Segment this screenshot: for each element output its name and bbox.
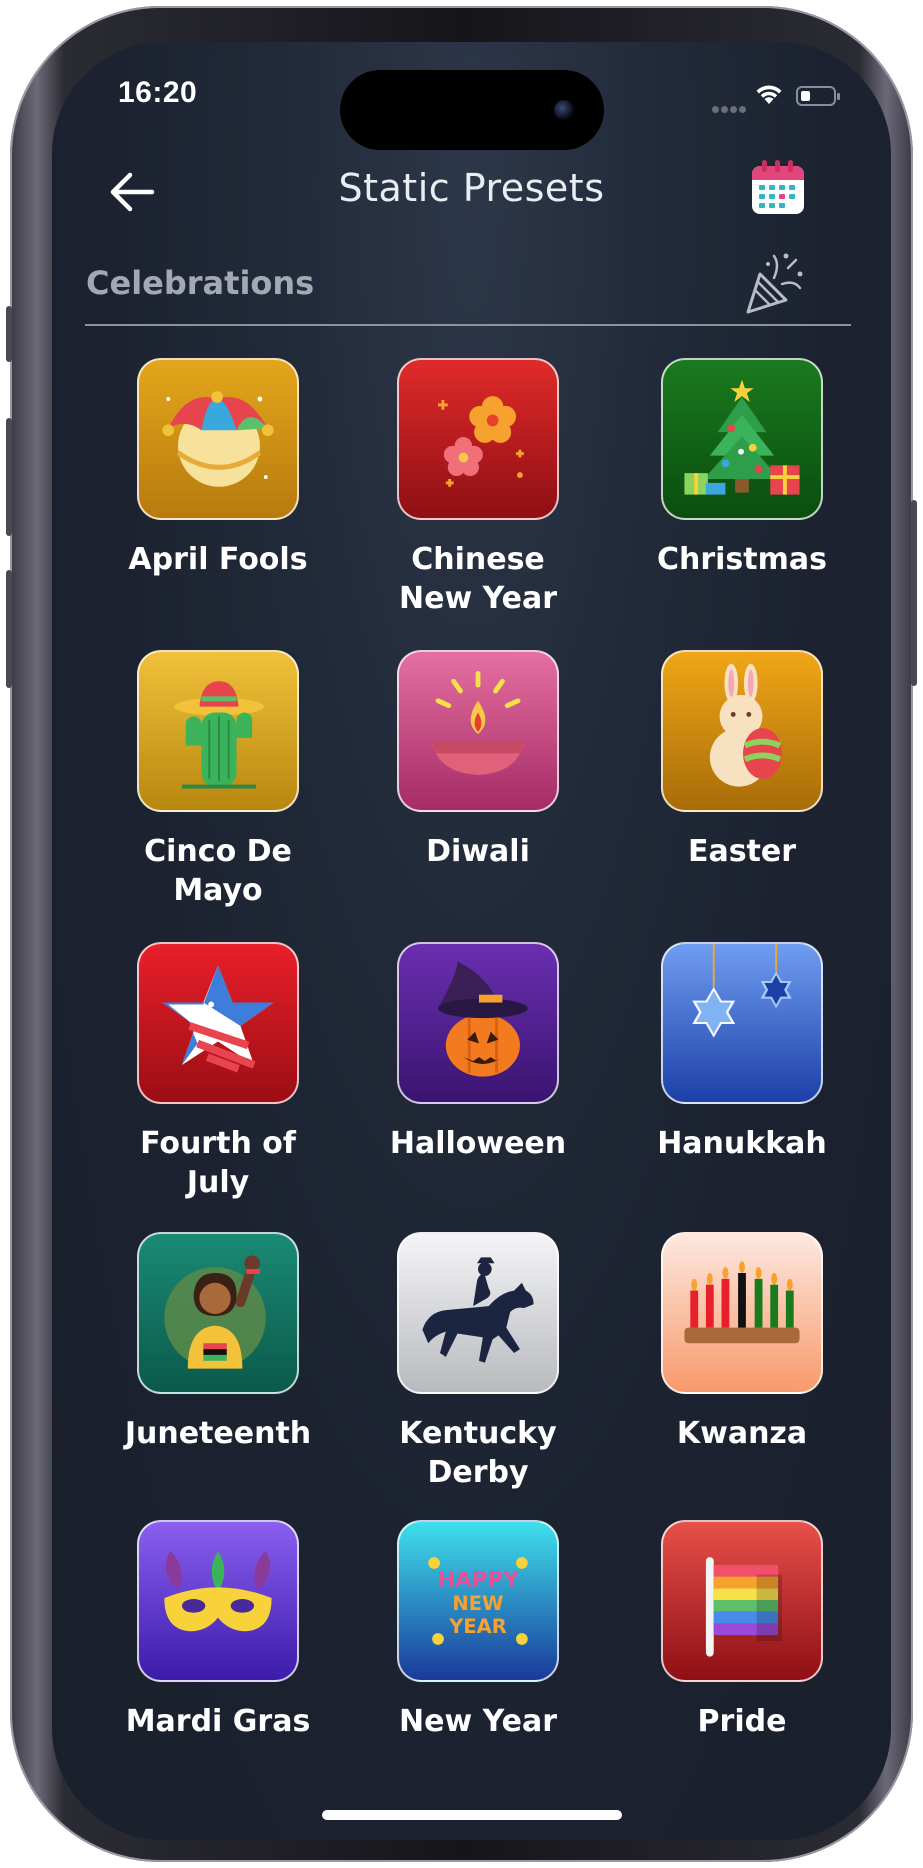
preset-diwali[interactable]: Diwali bbox=[358, 650, 598, 871]
mardi-gras-icon bbox=[137, 1520, 299, 1682]
easter-icon bbox=[661, 650, 823, 812]
kwanza-icon bbox=[661, 1232, 823, 1394]
preset-april-fools[interactable]: April Fools bbox=[98, 358, 338, 579]
status-time: 16:20 bbox=[118, 76, 198, 109]
preset-chinese-new-year[interactable]: Chinese New Year bbox=[358, 358, 598, 618]
preset-label: Kwanza bbox=[676, 1416, 808, 1451]
preset-label: Chinese New Year bbox=[399, 542, 557, 616]
new-year-icon-text-happy: HAPPY bbox=[437, 1567, 519, 1592]
preset-pride[interactable]: Pride bbox=[622, 1520, 862, 1741]
screen: 16:20 Static Presets Celebrations April … bbox=[52, 42, 891, 1840]
preset-label: Kentucky Derby bbox=[399, 1416, 557, 1490]
diwali-icon bbox=[397, 650, 559, 812]
preset-label: Diwali bbox=[426, 834, 530, 869]
phone-frame: 16:20 Static Presets Celebrations April … bbox=[6, 6, 917, 1862]
new-year-icon-text-new: NEW bbox=[452, 1592, 503, 1615]
cellular-signal-icon bbox=[712, 98, 752, 113]
chinese-new-year-icon bbox=[397, 358, 559, 520]
preset-fourth-of-july[interactable]: Fourth of July bbox=[98, 942, 338, 1202]
preset-label: Juneteenth bbox=[124, 1416, 312, 1451]
home-indicator[interactable] bbox=[322, 1810, 622, 1820]
volume-down-button bbox=[6, 570, 12, 688]
preset-hanukkah[interactable]: Hanukkah bbox=[622, 942, 862, 1163]
kentucky-derby-icon bbox=[397, 1232, 559, 1394]
cinco-de-mayo-icon bbox=[137, 650, 299, 812]
dynamic-island bbox=[340, 70, 604, 150]
juneteenth-icon bbox=[137, 1232, 299, 1394]
volume-up-button bbox=[6, 418, 12, 536]
christmas-icon bbox=[661, 358, 823, 520]
new-year-icon-text-year: YEAR bbox=[448, 1615, 507, 1638]
section-label: Celebrations bbox=[86, 264, 315, 302]
calendar-icon[interactable] bbox=[748, 156, 808, 220]
preset-kentucky-derby[interactable]: Kentucky Derby bbox=[358, 1232, 598, 1492]
preset-label: Christmas bbox=[656, 542, 827, 577]
preset-cinco-de-mayo[interactable]: Cinco De Mayo bbox=[98, 650, 338, 910]
preset-easter[interactable]: Easter bbox=[622, 650, 862, 871]
battery-icon bbox=[796, 86, 840, 106]
wifi-icon bbox=[756, 85, 782, 104]
new-year-icon: HAPPY NEW YEAR bbox=[397, 1520, 559, 1682]
section-divider bbox=[85, 324, 851, 326]
preset-label: Pride bbox=[697, 1704, 787, 1739]
pride-icon bbox=[661, 1520, 823, 1682]
preset-label: April Fools bbox=[128, 542, 308, 577]
preset-label: Cinco De Mayo bbox=[144, 834, 292, 908]
preset-label: Fourth of July bbox=[140, 1126, 296, 1200]
preset-mardi-gras[interactable]: Mardi Gras bbox=[98, 1520, 338, 1741]
preset-label: Mardi Gras bbox=[125, 1704, 311, 1739]
front-camera-icon bbox=[554, 100, 574, 120]
mute-switch bbox=[6, 306, 12, 362]
preset-juneteenth[interactable]: Juneteenth bbox=[98, 1232, 338, 1453]
preset-christmas[interactable]: Christmas bbox=[622, 358, 862, 579]
fourth-of-july-icon bbox=[137, 942, 299, 1104]
preset-label: New Year bbox=[399, 1704, 557, 1739]
april-fools-icon bbox=[137, 358, 299, 520]
preset-label: Halloween bbox=[389, 1126, 567, 1161]
preset-kwanza[interactable]: Kwanza bbox=[622, 1232, 862, 1453]
halloween-icon bbox=[397, 942, 559, 1104]
preset-label: Hanukkah bbox=[657, 1126, 827, 1161]
preset-label: Easter bbox=[687, 834, 797, 869]
preset-new-year[interactable]: HAPPY NEW YEAR New Year bbox=[358, 1520, 598, 1741]
preset-halloween[interactable]: Halloween bbox=[358, 942, 598, 1163]
hanukkah-icon bbox=[661, 942, 823, 1104]
party-popper-icon bbox=[746, 253, 803, 314]
power-button bbox=[911, 500, 917, 686]
